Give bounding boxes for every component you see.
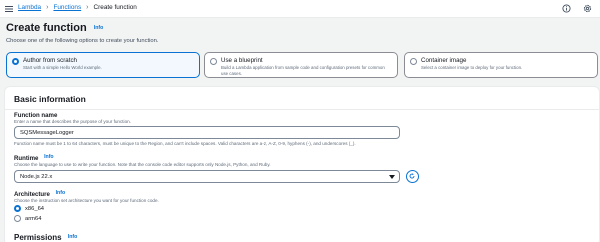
settings-gear-icon[interactable] [583,4,592,13]
panel-heading: Basic information [14,94,86,104]
page-subtitle: Choose one of the following options to c… [6,38,159,44]
caret-down-icon [389,175,395,179]
architecture-option-label: x86_64 [25,205,45,212]
runtime-selected-value: Node.js 22.x [20,174,53,180]
architecture-label-text: Architecture [14,191,50,198]
option-author-from-scratch[interactable]: Author from scratch Start with a simple … [6,52,200,78]
refresh-runtimes-button[interactable] [406,170,419,183]
function-name-constraint-hint: Function name must be 1 to 64 characters… [14,141,356,146]
function-name-label: Function name [14,112,58,119]
option-title: Use a blueprint [221,57,263,64]
option-use-a-blueprint[interactable]: Use a blueprint Build a Lambda applicati… [204,52,398,78]
top-navigation-bar: Lambda › Functions › Create function [0,0,600,18]
architecture-label: Architecture Info [14,190,65,198]
radio-selected-icon[interactable] [14,205,21,212]
radio-unselected-icon[interactable] [210,58,217,65]
page-title: Create function Info [6,22,103,34]
basic-information-panel: Basic information Function name Enter a … [4,86,600,242]
permissions-heading-text: Permissions [14,233,62,242]
radio-selected-icon[interactable] [12,58,19,65]
runtime-info-link[interactable]: Info [44,154,54,160]
option-container-image[interactable]: Container image Select a container image… [404,52,598,78]
page-title-text: Create function [6,22,87,34]
panel-divider [5,109,599,110]
option-description: Select a container image to deploy for y… [421,65,523,70]
breadcrumb-functions-link[interactable]: Functions [53,4,81,11]
breadcrumb-lambda-link[interactable]: Lambda [18,4,41,11]
radio-unselected-icon[interactable] [410,58,417,65]
option-title: Container image [421,57,467,64]
architecture-description: Choose the instruction set architecture … [14,198,159,203]
permissions-info-link[interactable]: Info [68,234,78,240]
page-info-link[interactable]: Info [94,25,104,31]
info-circle-icon[interactable] [562,4,571,13]
breadcrumb: Lambda › Functions › Create function [18,4,137,11]
runtime-select[interactable]: Node.js 22.x [14,170,400,183]
permissions-heading: Permissions Info [14,233,77,242]
chevron-right-icon: › [46,4,49,11]
runtime-label: Runtime Info [14,154,54,162]
architecture-option-arm64[interactable]: arm64 [14,215,41,222]
refresh-icon [409,173,415,179]
architecture-option-label: arm64 [25,215,42,222]
option-description: Build a Lambda application from sample c… [221,65,385,76]
architecture-option-x86-64[interactable]: x86_64 [14,205,44,212]
radio-unselected-icon[interactable] [14,215,21,222]
function-name-description: Enter a name that describes the purpose … [14,119,131,124]
breadcrumb-current: Create function [93,4,137,11]
runtime-description: Choose the language to use to write your… [14,162,271,167]
chevron-right-icon: › [86,4,89,11]
option-description: Start with a simple Hello World example. [23,65,102,70]
function-name-input[interactable]: SQSMessageLogger [14,126,400,139]
architecture-info-link[interactable]: Info [56,190,66,196]
option-title: Author from scratch [23,57,77,64]
menu-icon[interactable] [4,4,14,14]
runtime-label-text: Runtime [14,155,39,162]
